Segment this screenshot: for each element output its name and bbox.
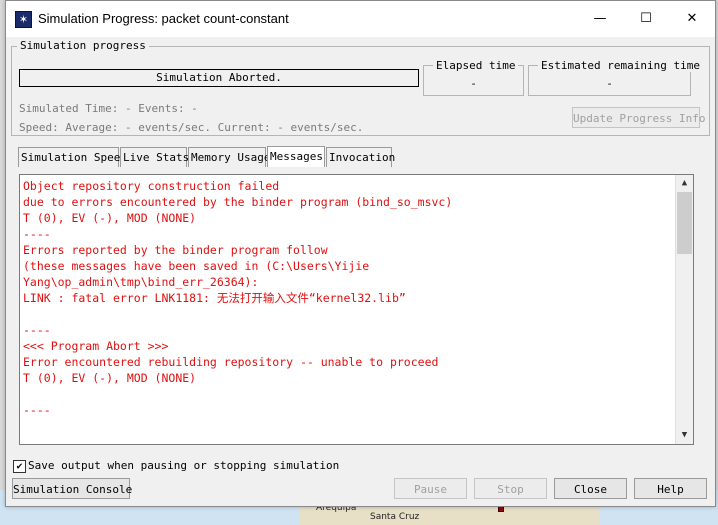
message-line: ---- [23, 227, 51, 241]
simulated-time-info: Simulated Time: - Events: - [19, 102, 198, 115]
message-line: LINK : fatal error LNK1181: 无法打开输入文件“ker… [23, 291, 406, 305]
pause-button[interactable]: Pause [394, 478, 467, 499]
message-line [23, 306, 673, 322]
message-line: Errors reported by the binder program fo… [23, 243, 328, 257]
tab-messages[interactable]: Messages [267, 146, 325, 167]
minimize-button[interactable]: — [577, 1, 623, 37]
maximize-button[interactable]: ☐ [623, 1, 669, 37]
message-line: ---- [23, 323, 51, 337]
scroll-down-arrow-icon[interactable]: ▼ [676, 427, 693, 444]
remaining-time-title: Estimated remaining time [538, 59, 703, 72]
message-line: Object repository construction failed [23, 179, 280, 193]
help-button[interactable]: Help [634, 478, 707, 499]
message-line: ---- [23, 403, 51, 417]
message-line: Yang\op_admin\tmp\bind_err_26364): [23, 275, 259, 289]
map-label-santa-cruz: Santa Cruz [370, 512, 420, 522]
speed-info: Speed: Average: - events/sec. Current: -… [19, 121, 364, 134]
message-line: (these messages have been saved in (C:\U… [23, 259, 370, 273]
elapsed-time-title: Elapsed time [433, 59, 519, 72]
tab-memory-usage[interactable]: Memory Usage [188, 147, 270, 167]
save-output-checkbox[interactable]: ✔ [13, 460, 26, 473]
update-progress-info-button[interactable]: Update Progress Info [572, 107, 705, 128]
title-bar[interactable]: ✶ Simulation Progress: packet count-cons… [6, 1, 715, 37]
stop-button[interactable]: Stop [474, 478, 547, 499]
message-line: Error encountered rebuilding repository … [23, 355, 439, 369]
save-output-label: Save output when pausing or stopping sim… [28, 459, 340, 472]
message-line: T (0), EV (-), MOD (NONE) [23, 371, 197, 385]
simulation-console-button[interactable]: Simulation Console [12, 478, 132, 499]
close-button[interactable]: Close [554, 478, 627, 499]
simulation-progress-group-title: Simulation progress [17, 39, 149, 52]
close-window-button[interactable]: ✕ [669, 1, 715, 37]
checkmark-icon: ✔ [16, 461, 23, 472]
messages-text: Object repository construction failed due… [23, 178, 673, 418]
simulation-progress-window: ✶ Simulation Progress: packet count-cons… [5, 0, 716, 507]
scroll-up-arrow-icon[interactable]: ▲ [676, 175, 693, 192]
message-line: due to errors encountered by the binder … [23, 195, 453, 209]
window-title: Simulation Progress: packet count-consta… [38, 11, 289, 26]
progress-status-bar: Simulation Aborted. [19, 69, 419, 87]
tab-simulation-speed[interactable]: Simulation Speed [18, 147, 127, 167]
message-line [23, 386, 673, 402]
elapsed-time-value: - [470, 77, 477, 90]
simulation-star-icon: ✶ [15, 11, 32, 28]
remaining-time-value: - [606, 77, 613, 90]
message-line: <<< Program Abort >>> [23, 339, 169, 353]
tab-live-stats[interactable]: Live Stats [120, 147, 189, 167]
scroll-thumb[interactable] [677, 192, 692, 254]
message-line: T (0), EV (-), MOD (NONE) [23, 211, 197, 225]
tab-invocation[interactable]: Invocation [326, 147, 395, 167]
vertical-scrollbar[interactable]: ▲ ▼ [675, 175, 693, 444]
messages-output[interactable]: Object repository construction failed due… [19, 174, 694, 445]
